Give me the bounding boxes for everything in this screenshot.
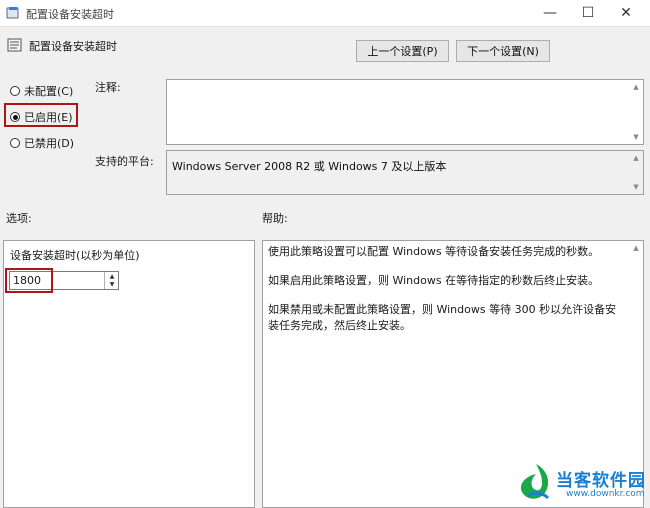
watermark: 当客软件园 www.downkr.com (516, 460, 650, 508)
watermark-url: www.downkr.com (566, 489, 645, 499)
scroll-up-icon[interactable]: ▲ (629, 242, 643, 254)
spin-buttons[interactable]: ▲ ▼ (104, 272, 119, 289)
setting-icon (7, 38, 22, 52)
watermark-logo-icon (520, 464, 550, 500)
radio-circle[interactable] (10, 86, 20, 96)
title-bar: 配置设备安装超时 — ☐ ✕ (0, 0, 650, 27)
watermark-brand: 当客软件园 (556, 471, 646, 491)
options-section-label: 选项: (6, 212, 32, 225)
radio-disabled[interactable]: 已禁用(D) (10, 135, 74, 151)
platform-field: Windows Server 2008 R2 或 Windows 7 及以上版本… (166, 150, 644, 195)
help-paragraph: 使用此策略设置可以配置 Windows 等待设备安装任务完成的秒数。 (268, 245, 600, 258)
radio-label: 未配置(C) (24, 85, 74, 98)
previous-setting-button[interactable]: 上一个设置(P) (356, 40, 449, 62)
next-setting-button[interactable]: 下一个设置(N) (456, 40, 550, 62)
comment-label: 注释: (95, 81, 121, 94)
minimize-button[interactable]: — (531, 0, 569, 26)
setting-title: 配置设备安装超时 (29, 40, 117, 53)
radio-not-configured[interactable]: 未配置(C) (10, 83, 73, 99)
platform-scrollbar[interactable]: ▲ ▼ (629, 151, 643, 194)
highlight-frame (4, 103, 78, 127)
maximize-button[interactable]: ☐ (569, 0, 607, 26)
platform-value: Windows Server 2008 R2 或 Windows 7 及以上版本 (172, 160, 447, 173)
scroll-up-icon[interactable]: ▲ (629, 81, 643, 93)
comment-scrollbar[interactable]: ▲ ▼ (629, 80, 643, 144)
help-section-label: 帮助: (262, 212, 288, 225)
radio-label: 已禁用(D) (24, 137, 75, 150)
help-paragraph: 如果启用此策略设置，则 Windows 在等待指定的秒数后终止安装。 (268, 274, 600, 287)
platform-label: 支持的平台: (95, 155, 154, 168)
help-text: 使用此策略设置可以配置 Windows 等待设备安装任务完成的秒数。 如果启用此… (268, 244, 626, 347)
spin-down-icon[interactable]: ▼ (105, 281, 119, 290)
close-button[interactable]: ✕ (607, 0, 645, 26)
scroll-down-icon[interactable]: ▼ (629, 181, 643, 193)
scroll-down-icon[interactable]: ▼ (629, 131, 643, 143)
scroll-up-icon[interactable]: ▲ (629, 152, 643, 164)
window-title: 配置设备安装超时 (26, 8, 114, 21)
timeout-label: 设备安装超时(以秒为单位) (10, 249, 140, 262)
comment-textarea[interactable]: ▲ ▼ (166, 79, 644, 145)
help-paragraph: 如果禁用或未配置此策略设置，则 Windows 等待 300 秒以允许设备安装任… (268, 303, 617, 332)
radio-circle[interactable] (10, 138, 20, 148)
highlight-frame (5, 268, 53, 293)
policy-icon (6, 7, 19, 19)
spin-up-icon[interactable]: ▲ (105, 272, 119, 281)
